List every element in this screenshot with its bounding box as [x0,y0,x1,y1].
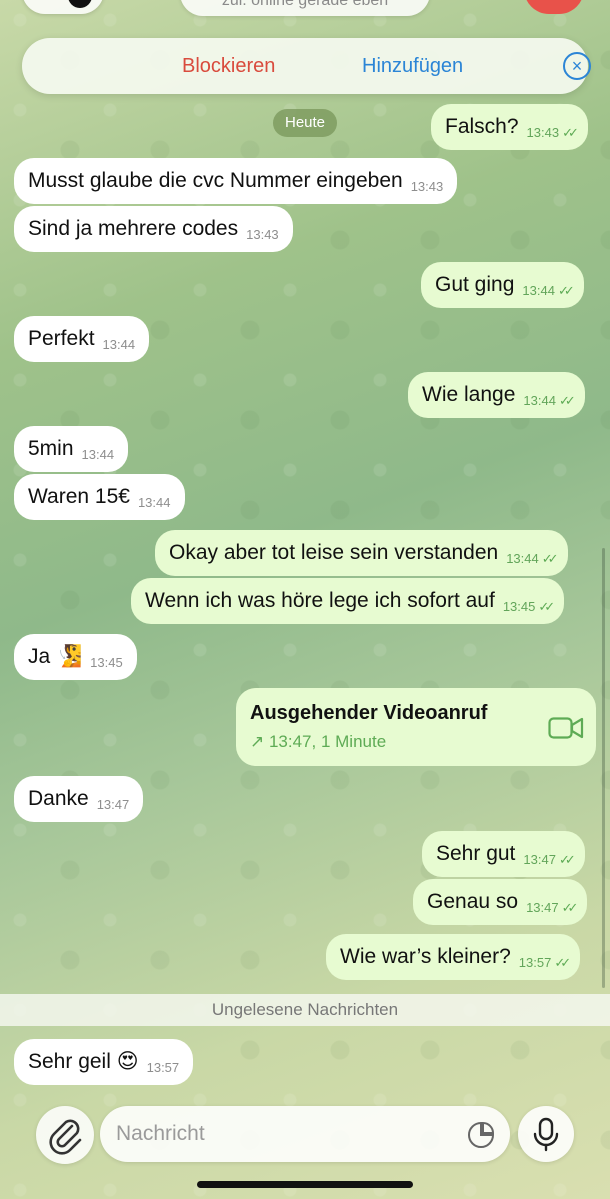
message-bubble-outgoing[interactable]: Genau so 13:47 ✓✓ [413,879,588,925]
message-bubble-incoming[interactable]: 5min 13:44 [14,426,129,472]
double-check-icon: ✓✓ [557,283,575,298]
message-text: Falsch? [445,115,519,138]
message-time: 13:47 [526,900,559,915]
message-text: Waren 15€ [28,485,130,508]
message-text: Ja 🧏 [28,645,83,668]
double-check-icon: ✓✓ [562,125,579,140]
message-bubble-incoming[interactable]: Sind ja mehrere codes 13:43 [14,206,293,252]
message-text: 5min [28,437,74,460]
message-bubble-outgoing[interactable]: Wie war’s kleiner? 13:57 ✓✓ [326,934,581,980]
message-time: 13:47 [523,852,556,867]
message-time: 13:44 [506,551,539,566]
message-time: 13:44 [81,447,115,462]
message-time: 13:57 [518,955,552,970]
message-input-container[interactable] [100,1106,510,1162]
double-check-icon: ✓✓ [558,852,576,867]
message-time: 13:44 [522,283,555,298]
message-time: 13:45 [502,599,536,614]
double-check-icon: ✓✓ [561,900,579,915]
block-button[interactable]: Blockieren [182,55,275,78]
message-text: Wenn ich was höre lege ich sofort auf [145,589,495,612]
microphone-button[interactable] [518,1106,574,1162]
microphone-icon [533,1117,559,1152]
message-time: 13:44 [102,337,136,352]
video-call-bubble[interactable]: Ausgehender Videoanruf ↗ 13:47, 1 Minute [236,688,596,766]
double-check-icon: ✓✓ [558,393,576,408]
message-text: Sehr geil 😍 [28,1050,139,1073]
sticker-icon[interactable] [466,1120,496,1150]
message-text: Okay aber tot leise sein verstanden [169,541,499,564]
message-time: 13:47 [96,797,130,812]
video-camera-icon[interactable] [548,716,584,740]
message-bubble-incoming[interactable]: Musst glaube die cvc Nummer eingeben 13:4… [14,158,458,204]
message-text: Musst glaube die cvc Nummer eingeben [28,169,403,192]
message-text: Wie war’s kleiner? [340,945,511,968]
message-bubble-incoming[interactable]: Sehr geil 😍 13:57 [14,1039,194,1085]
message-text: Genau so [427,890,519,913]
date-chip: Heute [273,109,337,137]
message-time: 13:43 [246,227,279,242]
add-contact-button[interactable]: Hinzufügen [362,55,463,78]
message-input[interactable] [116,1116,446,1152]
message-bubble-outgoing[interactable]: Sehr gut 13:47 ✓✓ [422,831,585,877]
call-details: ↗ 13:47, 1 Minute [250,732,387,751]
contact-action-bar: Blockieren Hinzufügen × [22,38,591,94]
message-bubble-incoming[interactable]: Ja 🧏 13:45 [14,634,137,680]
paperclip-icon [49,1119,82,1155]
message-bubble-outgoing[interactable]: Wenn ich was höre lege ich sofort auf 13:… [131,578,565,624]
double-check-icon: ✓✓ [554,955,571,970]
scrollbar[interactable] [602,548,605,988]
message-bubble-outgoing[interactable]: Falsch? 13:43 ✓✓ [431,104,588,150]
message-text: Sehr gut [436,842,516,865]
message-bubble-incoming[interactable]: Danke 13:47 [14,776,144,822]
message-time: 13:57 [146,1060,180,1075]
message-bubble-outgoing[interactable]: Okay aber tot leise sein verstanden 13:44… [155,530,568,576]
home-indicator [197,1181,413,1188]
avatar[interactable] [524,0,584,14]
message-time: 13:44 [137,495,171,510]
chat-screen: { "header": { "status": "zul. online ger… [0,0,610,1199]
message-time: 13:43 [526,125,560,140]
message-text: Gut ging [435,273,515,296]
message-text: Danke [28,787,89,810]
message-bubble-outgoing[interactable]: Wie lange 13:44 ✓✓ [408,372,585,418]
call-title: Ausgehender Videoanruf [250,702,488,724]
back-button[interactable] [22,0,104,14]
message-text: Wie lange [422,383,516,406]
chat-header: zul. online gerade eben [0,0,610,26]
message-time: 13:43 [410,179,444,194]
double-check-icon: ✓✓ [538,599,555,614]
message-bubble-incoming[interactable]: Perfekt 13:44 [14,316,150,362]
online-status: zul. online gerade eben [221,0,389,9]
message-bubble-outgoing[interactable]: Gut ging 13:44 ✓✓ [421,262,584,308]
chat-title-pill[interactable]: zul. online gerade eben [180,0,430,16]
unread-divider: Ungelesene Nachrichten [0,994,610,1026]
message-text: Perfekt [28,327,95,350]
close-icon[interactable]: × [563,52,591,80]
message-time: 13:44 [523,393,556,408]
double-check-icon: ✓✓ [541,551,559,566]
message-text: Sind ja mehrere codes [28,217,239,240]
attach-button[interactable] [36,1106,94,1164]
message-time: 13:45 [90,655,123,670]
back-badge-icon [68,0,92,8]
message-bubble-incoming[interactable]: Waren 15€ 13:44 [14,474,185,520]
